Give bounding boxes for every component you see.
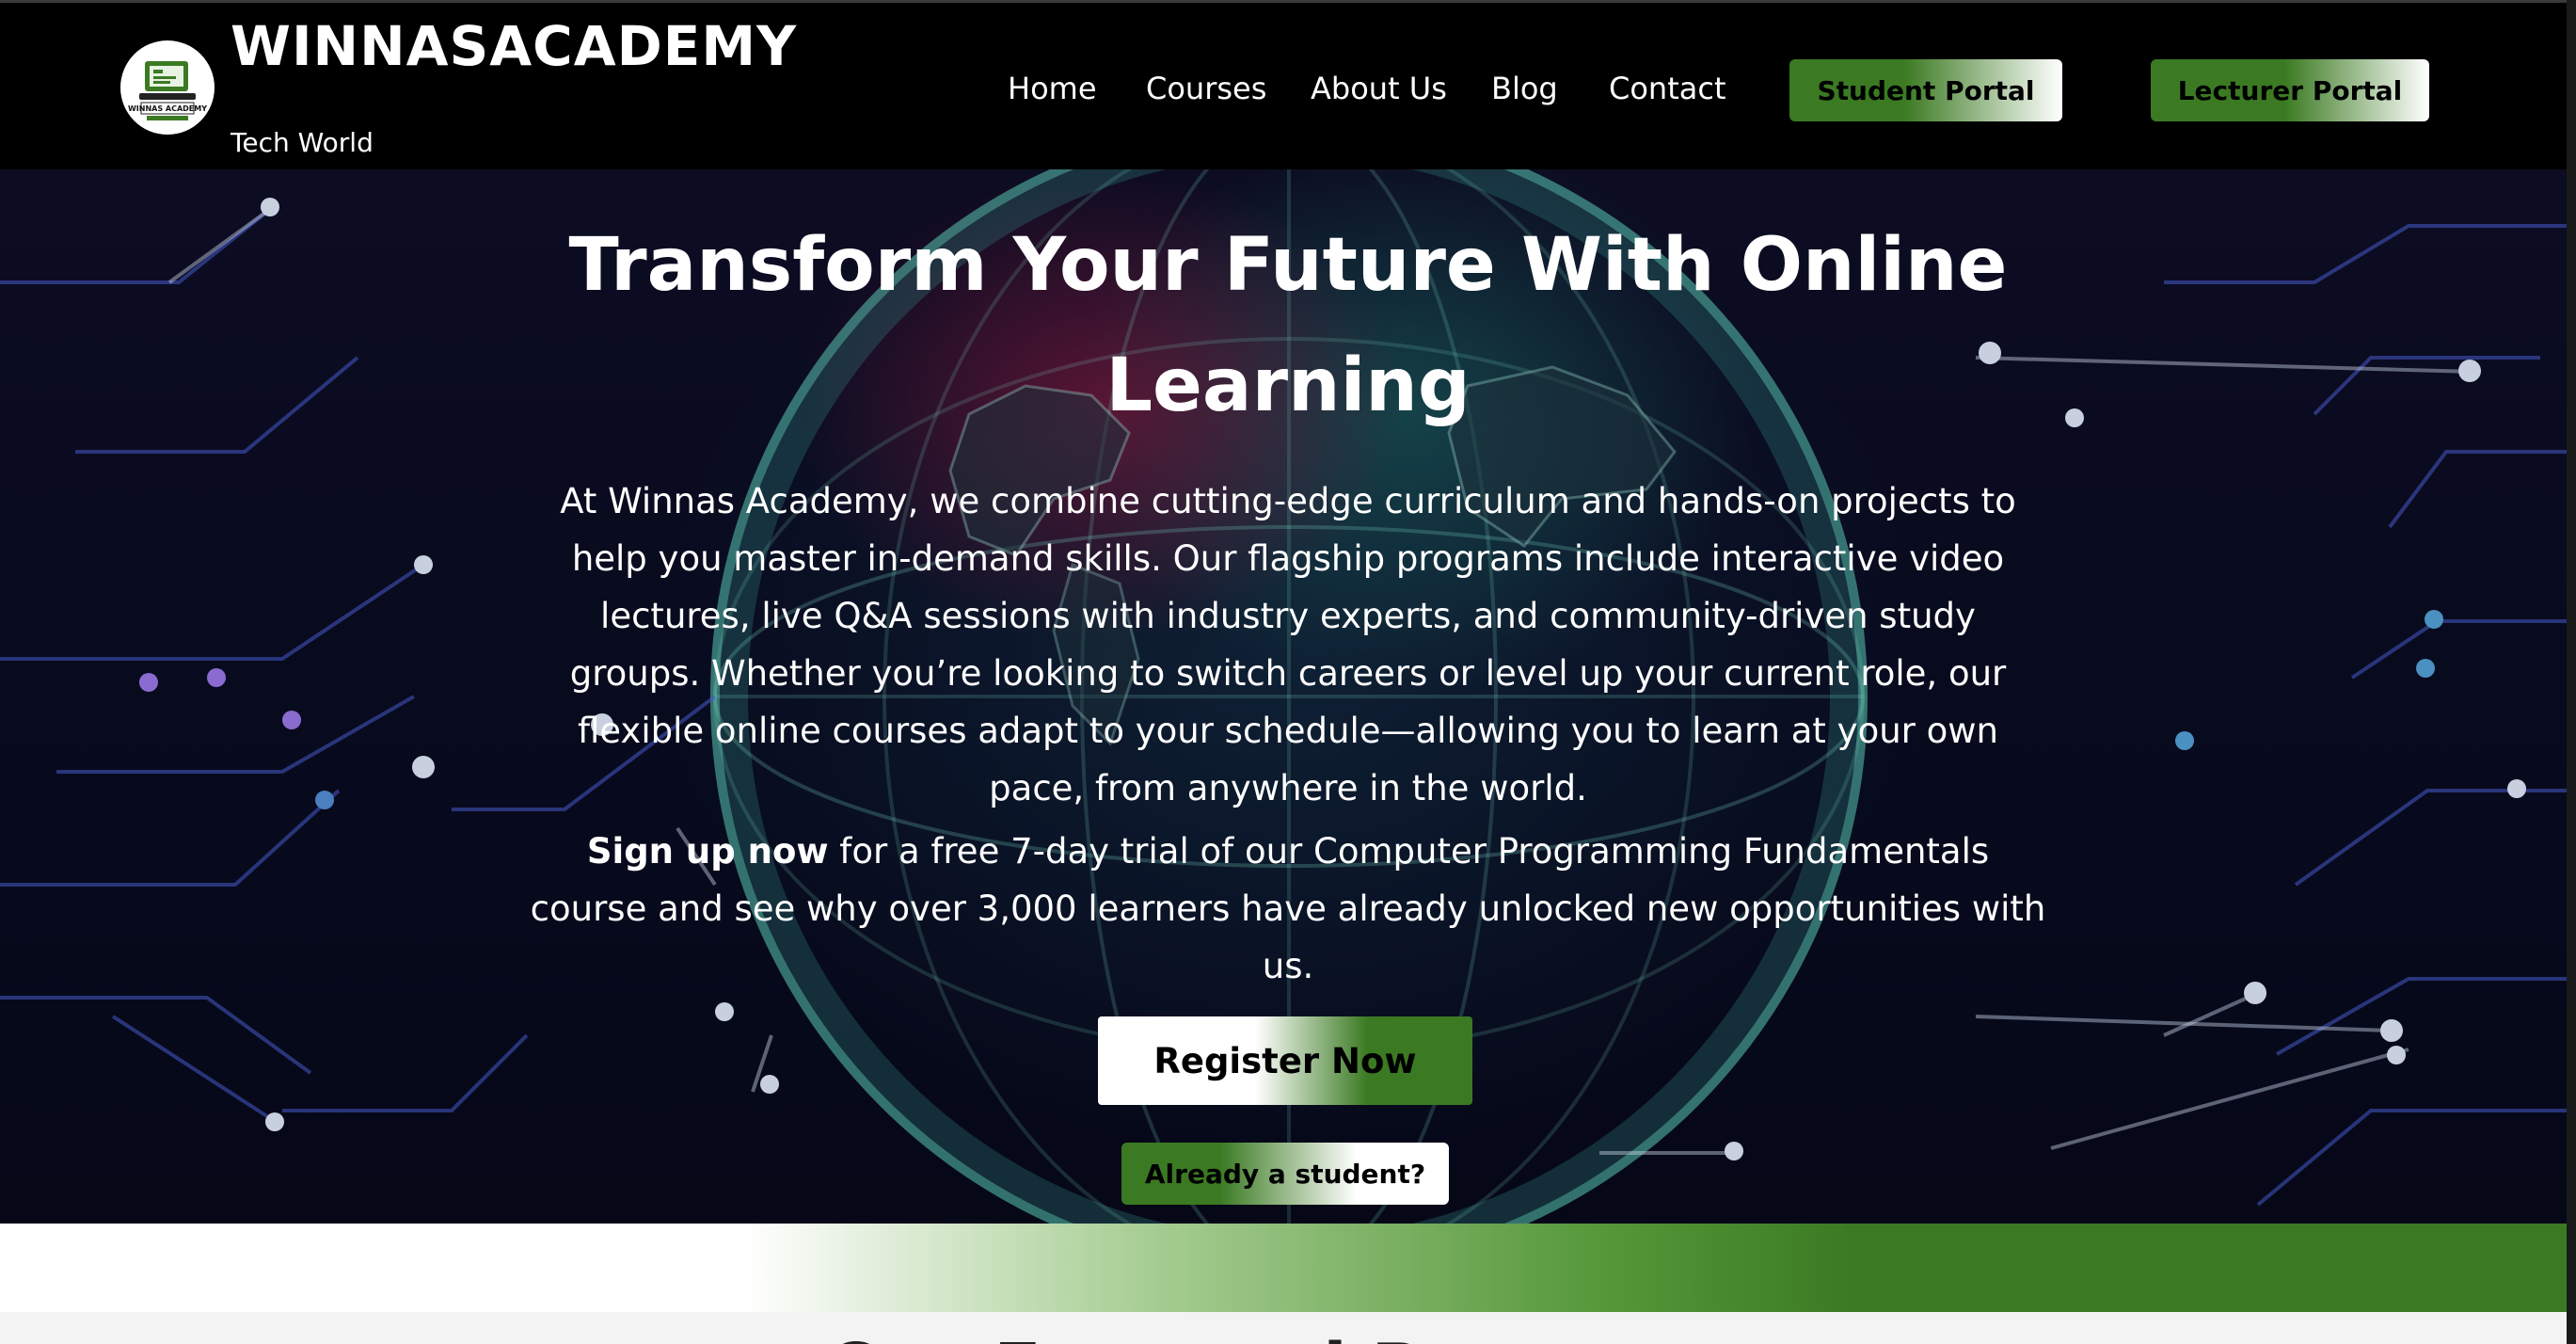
nav-blog[interactable]: Blog — [1491, 71, 1558, 106]
brand-tagline: Tech World — [231, 127, 374, 158]
logo-graphic: WINNAS ACADEMY — [121, 41, 214, 134]
nav-contact[interactable]: Contact — [1609, 71, 1726, 106]
lecturer-portal-button[interactable]: Lecturer Portal — [2151, 59, 2429, 121]
page: WINNAS ACADEMY WINNASACADEMY Tech World … — [0, 0, 2576, 1344]
register-now-button[interactable]: Register Now — [1098, 1016, 1472, 1105]
nav-home[interactable]: Home — [1008, 71, 1097, 106]
nav-courses[interactable]: Courses — [1146, 71, 1266, 106]
hero-cta-text: Sign up now for a free 7-day trial of ou… — [526, 823, 2050, 995]
hero-description: At Winnas Academy, we combine cutting-ed… — [560, 481, 2016, 808]
academy-logo-icon[interactable]: WINNAS ACADEMY — [120, 40, 215, 135]
hero-title-line-2: Learning — [1105, 344, 1471, 428]
hero-title: Transform Your Future With Online Learni… — [535, 205, 2041, 446]
student-portal-button[interactable]: Student Portal — [1789, 59, 2062, 121]
featured-programs-section: Our Featured Programs — [0, 1312, 2576, 1344]
logo-text: WINNAS ACADEMY — [128, 104, 207, 113]
section-divider-strip — [0, 1224, 2576, 1312]
hero-section: Transform Your Future With Online Learni… — [0, 169, 2576, 1224]
nav-about-us[interactable]: About Us — [1311, 71, 1447, 106]
hero-cta-bold: Sign up now — [586, 831, 829, 872]
already-student-button[interactable]: Already a student? — [1121, 1143, 1449, 1205]
brand-name[interactable]: WINNASACADEMY — [231, 14, 797, 78]
window-edge — [2567, 0, 2576, 1344]
hero-title-line-1: Transform Your Future With Online — [568, 223, 2008, 308]
site-header: WINNAS ACADEMY WINNASACADEMY Tech World … — [0, 0, 2576, 169]
featured-programs-heading: Our Featured Programs — [0, 1329, 2576, 1344]
